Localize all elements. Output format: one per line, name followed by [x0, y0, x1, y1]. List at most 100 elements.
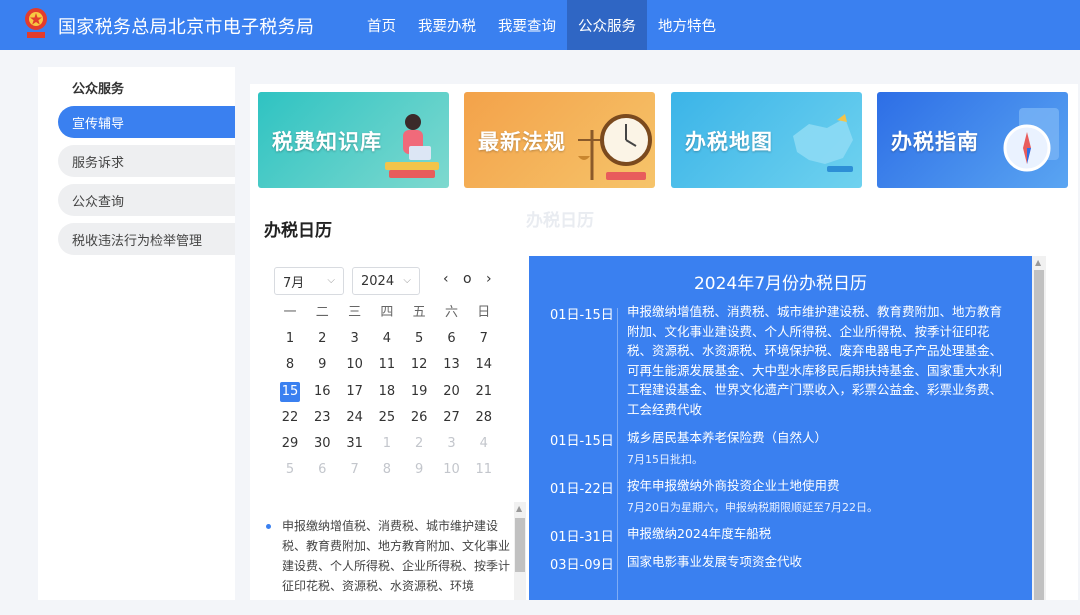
main-nav: 首页 我要办税 我要查询 公众服务 地方特色: [356, 0, 727, 50]
sidebar-item-publicity[interactable]: 宣传辅导: [58, 106, 235, 138]
page-body: 公众服务 宣传辅导 服务诉求 公众查询 税收违法行为检举管理 税费知识库 最新法…: [0, 50, 1080, 615]
entry-description: 申报缴纳增值税、消费税、城市维护建设税、教育费附加、地方教育附加、文化事业建设费…: [627, 304, 1003, 417]
scrollbar-thumb[interactable]: [1034, 270, 1044, 600]
year-select[interactable]: 2024 ⌵: [352, 267, 420, 295]
calendar-day[interactable]: 31: [345, 434, 365, 454]
calendar-day[interactable]: 3: [442, 434, 462, 454]
scroll-up-icon: ▲: [516, 504, 523, 513]
calendar-day[interactable]: 24: [345, 408, 365, 428]
calendar-day[interactable]: 1: [377, 434, 397, 454]
banner-label: 办税地图: [685, 130, 773, 154]
nav-local-features[interactable]: 地方特色: [647, 0, 727, 50]
banner-latest-regulations[interactable]: 最新法规: [464, 92, 655, 188]
calendar-day[interactable]: 28: [474, 408, 494, 428]
calendar-day[interactable]: 11: [474, 460, 494, 480]
calendar-day[interactable]: 11: [377, 355, 397, 375]
next-month-button[interactable]: ›: [486, 271, 492, 287]
calendar-day[interactable]: 22: [280, 408, 300, 428]
weekday-header: 二: [315, 305, 329, 320]
nav-public-service[interactable]: 公众服务: [567, 0, 647, 50]
calendar-day[interactable]: 13: [442, 355, 462, 375]
calendar-day[interactable]: 20: [442, 382, 462, 402]
today-button[interactable]: o: [463, 271, 472, 287]
entry-date: 01日-31日: [550, 530, 614, 545]
nav-home[interactable]: 首页: [356, 0, 407, 50]
entry-description: 按年申报缴纳外商投资企业土地使用费: [627, 478, 840, 493]
timeline-line: [617, 308, 618, 600]
calendar-day[interactable]: 23: [312, 408, 332, 428]
calendar-day[interactable]: 25: [377, 408, 397, 428]
calendar-day[interactable]: 10: [442, 460, 462, 480]
panel-ghost-title: 办税日历: [526, 211, 594, 231]
sidebar-item-public-query[interactable]: 公众查询: [58, 184, 235, 216]
entry-description: 城乡居民基本养老保险费（自然人）: [627, 430, 828, 445]
calendar-day[interactable]: 14: [474, 355, 494, 375]
calendar-day[interactable]: 6: [312, 460, 332, 480]
calendar-day[interactable]: 8: [377, 460, 397, 480]
nav-query[interactable]: 我要查询: [487, 0, 567, 50]
calendar-day[interactable]: 5: [409, 329, 429, 349]
nav-file-tax[interactable]: 我要办税: [407, 0, 487, 50]
sidebar-heading: 公众服务: [72, 82, 125, 97]
calendar-day[interactable]: 4: [474, 434, 494, 454]
scrollbar-thumb[interactable]: [515, 518, 525, 572]
calendar-day[interactable]: 29: [280, 434, 300, 454]
calendar-day[interactable]: 9: [312, 355, 332, 375]
calendar-day[interactable]: 2: [409, 434, 429, 454]
panel-scrollbar[interactable]: ▲: [1032, 256, 1046, 600]
weekday-header: 四: [380, 305, 394, 320]
bullet-icon: [266, 524, 271, 529]
sidebar: 公众服务 宣传辅导 服务诉求 公众查询 税收违法行为检举管理: [38, 67, 235, 600]
month-select[interactable]: 7月 ⌵: [274, 267, 344, 295]
banner-tax-guide[interactable]: 办税指南: [877, 92, 1068, 188]
event-list-scrollbar[interactable]: ▲: [514, 502, 526, 600]
calendar-day[interactable]: 15: [280, 381, 300, 402]
calendar-day[interactable]: 4: [377, 329, 397, 349]
calendar-day[interactable]: 27: [442, 408, 462, 428]
calendar-title: 办税日历: [264, 221, 332, 241]
calendar-day[interactable]: 19: [409, 382, 429, 402]
calendar-day[interactable]: 2: [312, 329, 332, 349]
calendar-day[interactable]: 10: [345, 355, 365, 375]
calendar-day[interactable]: 12: [409, 355, 429, 375]
calendar-day[interactable]: 16: [312, 382, 332, 402]
month-select-value: 7月: [283, 275, 305, 291]
calendar-day[interactable]: 7: [345, 460, 365, 480]
year-select-value: 2024: [361, 273, 395, 289]
prev-month-button[interactable]: ‹: [443, 271, 449, 287]
entry-date: 03日-09日: [550, 558, 614, 573]
day-event-text: 申报缴纳增值税、消费税、城市维护建设税、教育费附加、地方教育附加、文化事业建设费…: [282, 519, 510, 593]
calendar-day[interactable]: 26: [409, 408, 429, 428]
monthly-calendar-panel: 2024年7月份办税日历 01日-15日 申报缴纳增值税、消费税、城市维护建设税…: [529, 256, 1032, 600]
calendar-day[interactable]: 6: [442, 329, 462, 349]
calendar-day[interactable]: 1: [280, 329, 300, 349]
sidebar-item-service-request[interactable]: 服务诉求: [58, 145, 235, 177]
main-content: 税费知识库 最新法规 办税地图 办税指南 办税日历 7月 ⌵ 2024 ⌵ ‹ …: [250, 84, 1078, 600]
entry-date: 01日-15日: [550, 308, 614, 323]
calendar-day[interactable]: 30: [312, 434, 332, 454]
banner-label: 税费知识库: [272, 130, 382, 154]
calendar-day[interactable]: 5: [280, 460, 300, 480]
weekday-header: 五: [412, 305, 426, 320]
entry-note: 7月20日为星期六，申报纳税期限顺延至7月22日。: [627, 501, 878, 514]
scroll-up-icon: ▲: [1035, 258, 1042, 267]
calendar-day[interactable]: 17: [345, 382, 365, 402]
calendar-day[interactable]: 3: [345, 329, 365, 349]
banner-label: 最新法规: [478, 130, 566, 154]
banner-tax-map[interactable]: 办税地图: [671, 92, 862, 188]
calendar-day[interactable]: 7: [474, 329, 494, 349]
reading-person-icon: [385, 114, 439, 178]
site-title[interactable]: 国家税务总局北京市电子税务局: [58, 13, 314, 39]
calendar-day[interactable]: 21: [474, 382, 494, 402]
compass-icon: [1003, 108, 1059, 172]
monthly-calendar-title: 2024年7月份办税日历: [693, 274, 868, 294]
calendar-day[interactable]: 18: [377, 382, 397, 402]
entry-date: 01日-22日: [550, 482, 614, 497]
entry-description: 国家电影事业发展专项资金代收: [627, 554, 803, 569]
calendar-day[interactable]: 8: [280, 355, 300, 375]
banner-tax-knowledge[interactable]: 税费知识库: [258, 92, 449, 188]
calendar-day[interactable]: 9: [409, 460, 429, 480]
tax-emblem-icon: [25, 8, 47, 38]
entry-note: 7月15日批扣。: [627, 453, 703, 466]
sidebar-item-violation-report[interactable]: 税收违法行为检举管理: [58, 223, 235, 255]
